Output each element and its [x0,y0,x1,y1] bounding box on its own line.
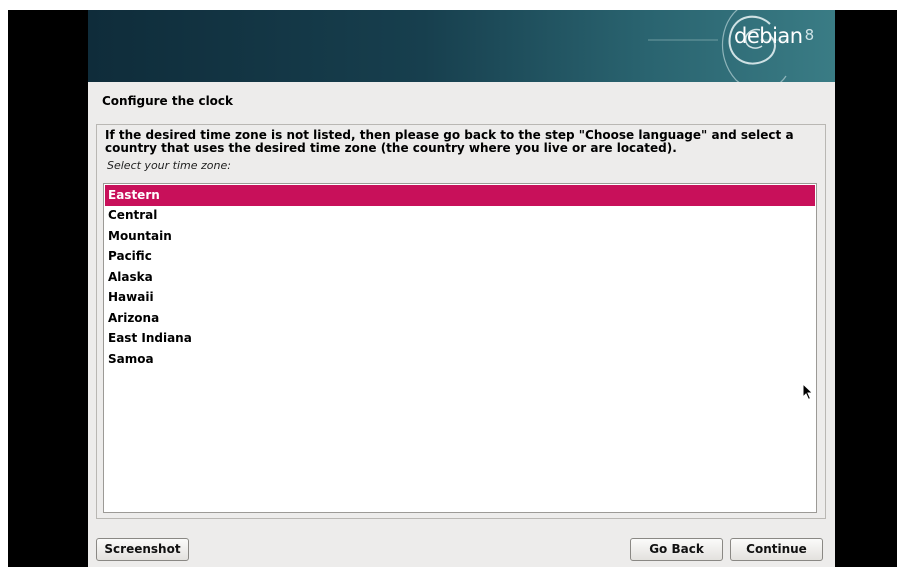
right-black-border [835,10,897,567]
timezone-item-mountain[interactable]: Mountain [105,226,815,247]
timezone-item-east-indiana[interactable]: East Indiana [105,328,815,349]
timezone-item-eastern[interactable]: Eastern [105,185,815,206]
go-back-button[interactable]: Go Back [630,538,723,561]
timezone-item-pacific[interactable]: Pacific [105,246,815,267]
screenshot-button[interactable]: Screenshot [96,538,189,561]
logo-name: debian [734,24,803,48]
timezone-listbox[interactable]: Eastern Central Mountain Pacific Alaska … [103,183,817,513]
installer-window: debian 8 Configure the clock If the desir… [88,10,835,567]
timezone-panel: If the desired time zone is not listed, … [96,124,826,519]
step-title: Configure the clock [102,94,234,108]
left-black-border [8,10,88,567]
continue-button[interactable]: Continue [730,538,823,561]
timezone-item-alaska[interactable]: Alaska [105,267,815,288]
debian-banner: debian 8 [88,10,835,82]
description-text: If the desired time zone is not listed, … [105,128,794,155]
timezone-item-arizona[interactable]: Arizona [105,308,815,329]
logo-version: 8 [804,26,815,44]
mouse-pointer-icon [802,383,814,401]
timezone-prompt: Select your time zone: [107,159,231,172]
timezone-item-hawaii[interactable]: Hawaii [105,287,815,308]
debian-logo: debian 8 [734,24,814,48]
timezone-item-central[interactable]: Central [105,205,815,226]
timezone-item-samoa[interactable]: Samoa [105,349,815,370]
